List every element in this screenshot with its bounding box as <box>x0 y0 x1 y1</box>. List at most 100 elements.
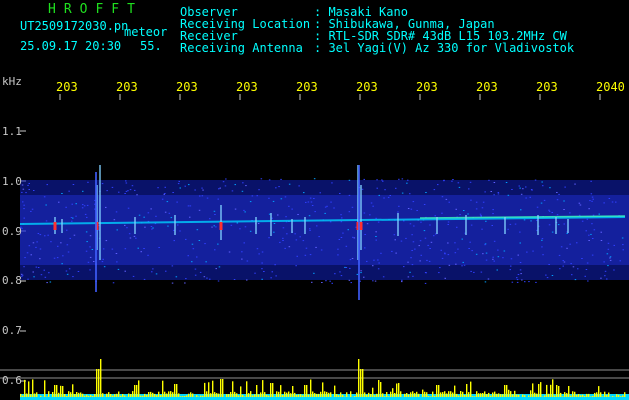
noise-speck <box>33 276 35 278</box>
noise-speck <box>215 268 217 270</box>
noise-speck <box>397 211 399 213</box>
noise-speck <box>72 217 74 219</box>
histogram-bar <box>482 393 484 397</box>
histogram-bar <box>488 392 490 397</box>
noise-speck <box>484 191 486 193</box>
noise-speck <box>348 179 351 181</box>
noise-speck <box>447 242 449 244</box>
noise-speck <box>261 268 263 270</box>
histogram-bar <box>92 396 94 397</box>
histogram-bar <box>346 392 348 397</box>
noise-speck <box>471 250 473 252</box>
noise-speck <box>488 179 490 181</box>
histogram-bar <box>518 394 520 397</box>
noise-speck <box>27 184 29 186</box>
noise-speck <box>279 241 281 243</box>
noise-speck <box>37 267 40 268</box>
noise-speck <box>25 192 27 194</box>
noise-speck <box>360 272 362 274</box>
noise-speck <box>351 206 354 208</box>
histogram-bar <box>364 392 366 397</box>
noise-speck <box>373 259 375 261</box>
histogram-bar <box>270 383 272 397</box>
histogram-bar <box>272 383 274 397</box>
noise-speck <box>288 205 290 207</box>
noise-speck <box>310 201 313 203</box>
histogram-bar <box>428 396 430 397</box>
histogram-bar <box>180 396 182 397</box>
noise-speck <box>366 223 369 225</box>
histogram-bar <box>422 389 424 397</box>
noise-speck <box>57 245 59 247</box>
noise-speck <box>256 195 258 197</box>
histogram-bar <box>156 395 158 397</box>
noise-speck <box>347 229 349 231</box>
noise-speck <box>418 245 420 247</box>
noise-speck <box>514 223 517 225</box>
noise-speck <box>475 201 478 203</box>
noise-speck <box>548 209 550 211</box>
histogram-bar <box>358 359 360 397</box>
noise-speck <box>341 217 343 219</box>
noise-speck <box>507 194 510 196</box>
noise-speck <box>458 186 461 188</box>
noise-speck <box>87 181 89 183</box>
noise-speck <box>93 261 95 262</box>
histogram-bar <box>502 394 504 397</box>
histogram-bar <box>312 391 314 397</box>
histogram-bar <box>284 391 286 397</box>
histogram-bar <box>276 391 278 397</box>
histogram-bar <box>210 393 212 397</box>
noise-speck <box>201 195 204 197</box>
noise-speck <box>401 192 404 194</box>
noise-speck <box>199 195 201 197</box>
histogram-bar <box>242 395 244 397</box>
noise-speck <box>517 254 519 256</box>
histogram-bar <box>68 391 70 397</box>
noise-speck <box>381 179 383 181</box>
histogram-bar <box>334 385 336 397</box>
noise-speck <box>239 228 241 230</box>
noise-speck <box>603 202 605 204</box>
histogram-bar <box>440 392 442 397</box>
noise-speck <box>249 201 252 203</box>
noise-speck <box>412 201 415 203</box>
histogram-bar <box>252 395 254 397</box>
noise-speck <box>429 248 431 249</box>
histogram-bar <box>220 379 222 397</box>
noise-speck <box>70 217 73 218</box>
noise-speck <box>560 246 563 248</box>
noise-speck <box>261 251 264 253</box>
histogram-bar <box>324 391 326 397</box>
noise-speck <box>116 229 118 231</box>
noise-speck <box>572 266 575 268</box>
noise-speck <box>337 248 339 250</box>
noise-speck <box>448 201 450 203</box>
noise-speck <box>241 251 243 253</box>
noise-speck <box>558 254 561 256</box>
noise-speck <box>522 188 524 190</box>
histogram-bar <box>338 395 340 397</box>
noise-speck <box>410 257 412 259</box>
noise-speck <box>125 180 127 182</box>
noise-speck <box>134 189 136 191</box>
histogram-bar <box>448 391 450 397</box>
histogram-bar <box>434 395 436 397</box>
noise-speck <box>23 208 25 210</box>
histogram-bar <box>212 380 214 397</box>
histogram-bar <box>278 391 280 397</box>
noise-speck <box>167 225 169 227</box>
noise-speck <box>491 225 493 226</box>
noise-speck <box>588 240 590 241</box>
histogram-bar <box>588 393 590 397</box>
noise-speck <box>378 194 380 196</box>
noise-speck <box>401 279 403 281</box>
noise-speck <box>480 271 483 273</box>
y-tick-label: 1.0 <box>2 175 22 188</box>
noise-speck <box>297 214 299 215</box>
noise-speck <box>578 202 581 204</box>
noise-speck <box>372 265 374 267</box>
y-tick-label: 0.6 <box>2 374 22 387</box>
noise-speck <box>147 254 149 256</box>
histogram-bar <box>410 392 412 397</box>
